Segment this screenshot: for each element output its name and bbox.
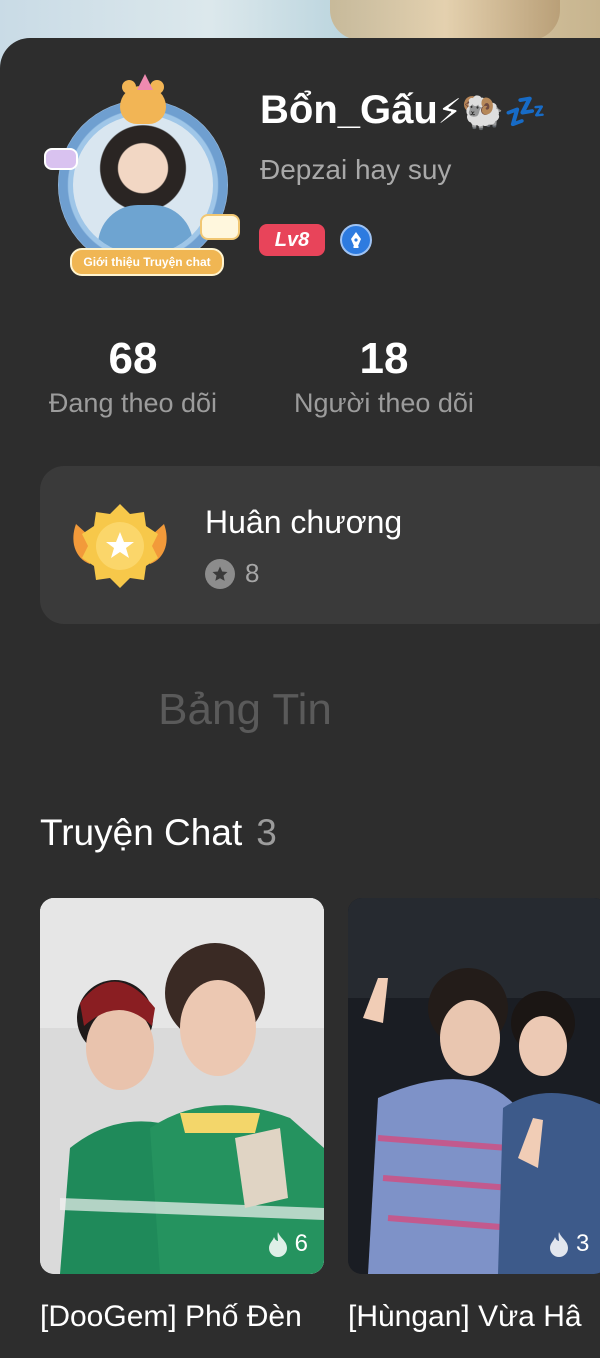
profile-bio: Đepzai hay suy — [260, 154, 452, 185]
story-views: 6 — [267, 1230, 308, 1258]
banner-illustration — [330, 0, 560, 40]
stories-section-title: Truyện Chat 3 — [40, 812, 277, 854]
name-emoji: ⚡🐏💤 — [437, 93, 547, 131]
followers-stat[interactable]: 18 Người theo dõi — [285, 334, 483, 419]
fire-icon — [268, 1232, 287, 1257]
level-badge[interactable]: Lv8 — [259, 224, 325, 256]
avatar[interactable]: Giới thiệu Truyện chat — [44, 74, 244, 282]
stories-title: Truyện Chat — [40, 812, 243, 853]
story-views: 3 — [548, 1230, 589, 1258]
pen-nib-icon — [351, 232, 361, 248]
medal-count: 8 — [205, 558, 259, 589]
story-card[interactable]: 3 — [348, 898, 600, 1274]
bear-decoration-icon — [120, 80, 166, 124]
medal-title: Huân chương — [205, 504, 403, 540]
chat-bubble-icon — [200, 214, 240, 240]
medal-icon — [73, 504, 167, 588]
chat-bubble-icon — [44, 148, 78, 170]
following-label: Đang theo dõi — [48, 388, 218, 418]
avatar-frame-label: Giới thiệu Truyện chat — [70, 248, 224, 276]
board-tab[interactable]: Bảng Tin — [0, 685, 490, 735]
star-icon — [205, 558, 235, 589]
story-card[interactable]: 6 — [40, 898, 324, 1274]
stories-count: 3 — [256, 812, 277, 853]
story-cover-image — [348, 898, 600, 1274]
fire-icon — [550, 1232, 568, 1257]
story-views-count: 6 — [294, 1230, 308, 1257]
following-count: 68 — [108, 334, 158, 383]
story-title[interactable]: [DooGem] Phố Đèn — [40, 1300, 302, 1334]
followers-count: 18 — [359, 334, 409, 383]
following-stat[interactable]: 68 Đang theo dõi — [40, 334, 226, 419]
medal-card[interactable]: Huân chương 8 — [40, 466, 600, 624]
story-cover-image — [40, 898, 324, 1274]
avatar-photo — [73, 115, 213, 255]
creator-badge[interactable] — [340, 224, 372, 256]
username-text: Bổn_Gấu — [260, 88, 438, 132]
story-views-count: 3 — [576, 1230, 590, 1257]
medal-count-value: 8 — [245, 558, 260, 588]
followers-label: Người theo dõi — [294, 388, 474, 418]
party-hat-icon — [137, 74, 153, 90]
story-title[interactable]: [Hùngan] Vừa Hâ — [348, 1300, 582, 1334]
username: Bổn_Gấu⚡🐏💤 — [260, 88, 546, 133]
